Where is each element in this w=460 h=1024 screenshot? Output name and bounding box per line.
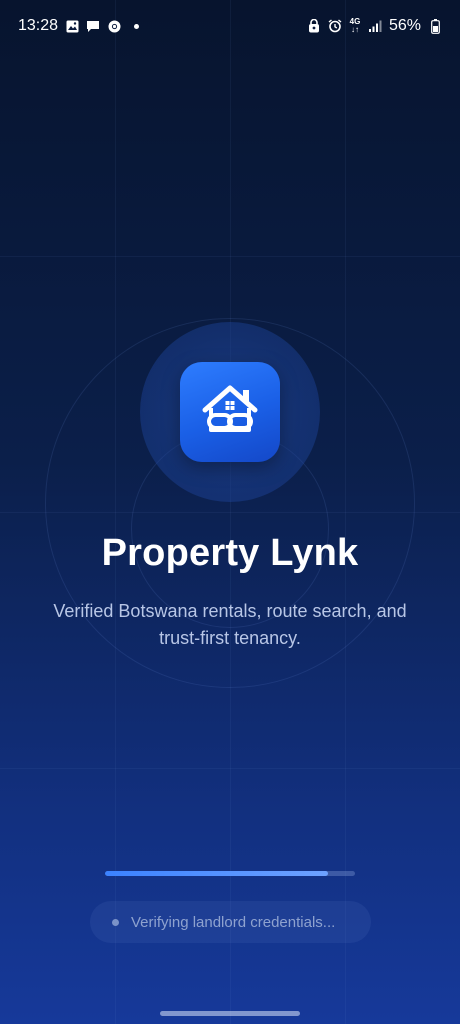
loading-status-text: Verifying landlord credentials... [131, 913, 336, 931]
app-logo [180, 362, 280, 462]
lock-notification-icon [307, 19, 321, 33]
signal-icon [368, 19, 382, 33]
status-bar: 13:28 4G ↓↑ 56% [0, 0, 460, 52]
app-title: Property Lynk [101, 532, 359, 574]
status-dot-icon [112, 918, 119, 926]
house-link-icon [202, 385, 258, 432]
alarm-icon [328, 19, 342, 33]
loading-progress-bar [105, 871, 355, 876]
chrome-icon [107, 19, 121, 33]
battery-percent: 56% [388, 17, 421, 34]
message-icon [86, 19, 100, 33]
app-tagline: Verified Botswana rentals, route search,… [53, 601, 407, 648]
loading-status-pill: Verifying landlord credentials... [90, 901, 371, 943]
status-time: 13:28 [18, 17, 59, 34]
notification-dot-icon [134, 23, 140, 29]
loading-progress-fill [105, 871, 328, 876]
battery-icon [428, 18, 442, 34]
network-4g-icon: 4G ↓↑ [349, 17, 361, 34]
home-indicator[interactable] [160, 1011, 300, 1016]
gallery-icon [65, 19, 79, 33]
